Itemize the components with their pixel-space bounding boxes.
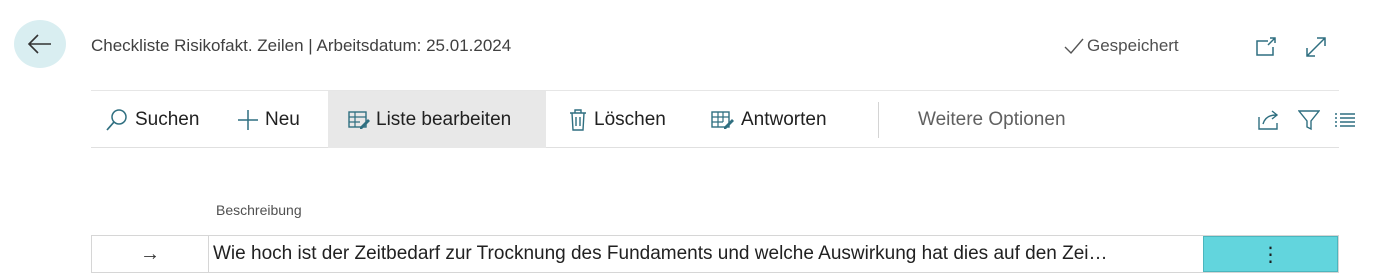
share-button[interactable] (1256, 107, 1282, 133)
answers-label: Antworten (741, 108, 827, 130)
plus-icon (237, 109, 259, 131)
new-label: Neu (265, 108, 300, 130)
saved-status: Gespeichert (1063, 36, 1179, 56)
edit-list-label: Liste bearbeiten (376, 108, 512, 130)
share-icon (1257, 109, 1281, 131)
back-button[interactable] (14, 20, 66, 68)
table-row[interactable]: → Wie hoch ist der Zeitbedarf zur Trockn… (91, 235, 1339, 273)
more-options-button[interactable]: Weitere Optionen (918, 91, 1066, 148)
answers-button[interactable]: Antworten (711, 91, 827, 148)
expand-button[interactable] (1303, 34, 1329, 60)
expand-icon (1304, 35, 1328, 59)
more-vertical-icon: ⋮ (1260, 243, 1281, 266)
search-label: Suchen (135, 108, 200, 130)
list-view-button[interactable] (1332, 107, 1358, 133)
action-divider (878, 102, 879, 138)
answers-icon (711, 110, 735, 130)
delete-button[interactable]: Löschen (568, 91, 666, 148)
edit-list-icon (348, 110, 370, 130)
list-view-icon (1334, 111, 1356, 129)
row-indicator: → (92, 236, 209, 272)
row-beschreibung-cell[interactable]: Wie hoch ist der Zeitbedarf zur Trocknun… (209, 236, 1203, 272)
saved-status-label: Gespeichert (1087, 36, 1179, 55)
row-menu-button[interactable]: ⋮ (1203, 236, 1338, 272)
column-header-beschreibung[interactable]: Beschreibung (216, 202, 302, 218)
open-new-window-icon (1254, 36, 1278, 58)
action-bar: Suchen Neu Liste bearbeiten Löschen Antw… (91, 90, 1355, 148)
new-button[interactable]: Neu (237, 91, 300, 148)
open-new-window-button[interactable] (1253, 34, 1279, 60)
back-arrow-icon (27, 33, 53, 55)
search-icon (105, 108, 129, 132)
search-button[interactable]: Suchen (105, 91, 199, 148)
page-title: Checkliste Risikofakt. Zeilen | Arbeitsd… (91, 36, 512, 55)
delete-label: Löschen (594, 108, 666, 130)
checkmark-icon (1063, 37, 1085, 55)
filter-icon (1298, 109, 1320, 131)
row-arrow-icon: → (140, 242, 160, 265)
edit-list-button[interactable]: Liste bearbeiten (328, 91, 546, 148)
filter-button[interactable] (1296, 107, 1322, 133)
more-options-label: Weitere Optionen (918, 108, 1066, 130)
trash-icon (568, 108, 588, 132)
